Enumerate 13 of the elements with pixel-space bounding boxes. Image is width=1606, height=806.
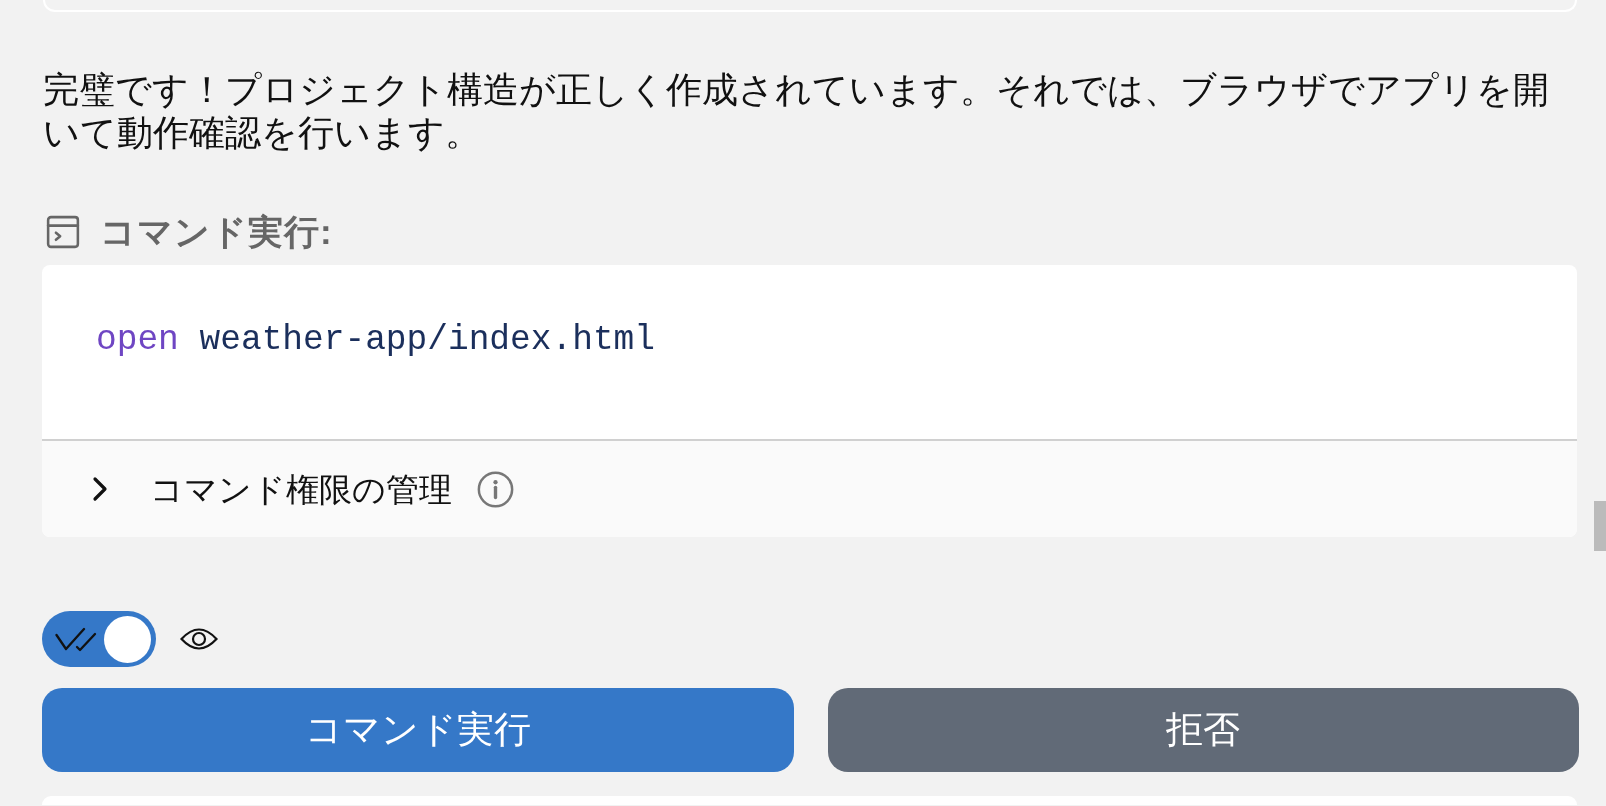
terminal-icon [46, 214, 80, 249]
code-keyword: open [96, 319, 179, 361]
run-command-button[interactable]: コマンド実行 [42, 688, 794, 772]
eye-icon[interactable] [180, 625, 218, 653]
reject-button[interactable]: 拒否 [827, 688, 1579, 772]
code-argument: weather-app/index.html [199, 319, 655, 361]
auto-run-toggle[interactable] [42, 611, 156, 667]
command-heading: コマンド実行: [100, 211, 333, 253]
scrollbar-thumb[interactable] [1594, 501, 1606, 551]
permissions-expander[interactable]: コマンド権限の管理 [92, 467, 452, 511]
double-check-icon [55, 626, 97, 652]
message-text: 完璧です！プロジェクト構造が正しく作成されています。それでは、ブラウザでアプリを開いて動作確認を行います。 [43, 68, 1550, 154]
info-icon[interactable] [477, 470, 514, 508]
